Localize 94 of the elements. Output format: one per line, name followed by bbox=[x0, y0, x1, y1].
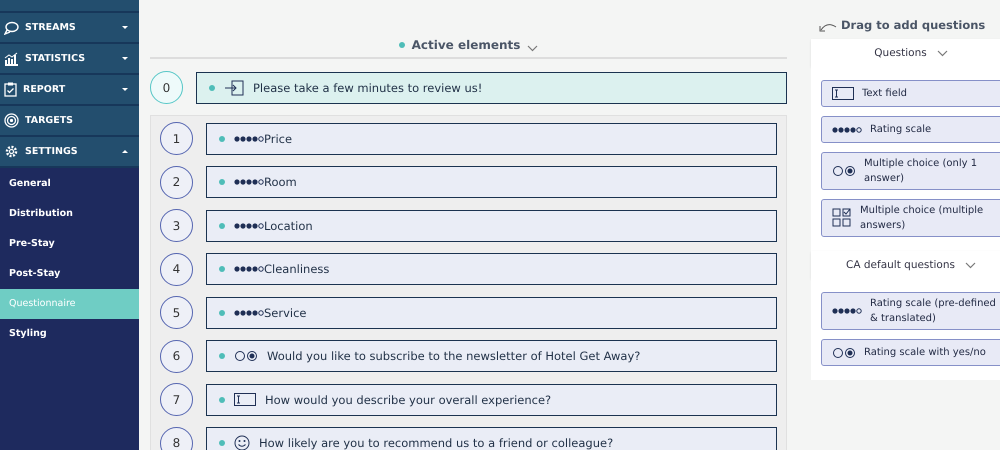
radio-choice-icon bbox=[234, 350, 258, 362]
question-element[interactable]: Service bbox=[206, 296, 777, 328]
sidebar-item[interactable]: REPORT bbox=[0, 75, 139, 106]
question-element[interactable]: How would you describe your overall experience? bbox=[206, 384, 777, 416]
question-text: How likely are you to recommend us to a friend or colleague? bbox=[259, 436, 614, 450]
rating-dots-icon bbox=[234, 134, 264, 142]
question-element[interactable]: Would you like to subscribe to the newsletter of Hotel Get Away? bbox=[206, 340, 777, 372]
status-dot bbox=[219, 266, 225, 272]
status-dot bbox=[219, 179, 225, 185]
status-dot bbox=[209, 84, 215, 90]
question-type-card[interactable]: Multiple choice (only 1 answer) bbox=[821, 152, 1000, 190]
question-text: Price bbox=[264, 132, 292, 146]
number-circle: 5 bbox=[160, 296, 193, 329]
rating-dots-icon bbox=[234, 308, 264, 316]
checkboxes-icon bbox=[832, 208, 852, 228]
rating-dots-icon bbox=[832, 307, 862, 315]
number-circle: 4 bbox=[160, 252, 193, 286]
radio-choice-icon bbox=[832, 346, 856, 358]
bar-chart-icon bbox=[4, 52, 19, 66]
section-title: Questions bbox=[874, 47, 927, 59]
question-type-label: Rating scale (pre-defined & translated) bbox=[870, 297, 997, 326]
sidebar-item-label: SETTINGS bbox=[25, 146, 79, 157]
number-circle: 3 bbox=[160, 209, 193, 242]
settings-icon bbox=[4, 144, 19, 159]
question-text: Room bbox=[264, 175, 297, 189]
submenu-item[interactable]: Styling bbox=[0, 319, 139, 349]
number-circle: 2 bbox=[160, 166, 193, 198]
sidebar-item-label: REPORT bbox=[23, 84, 66, 95]
submenu-item[interactable]: Distribution bbox=[0, 199, 139, 229]
question-type-label: Multiple choice (multiple answers) bbox=[860, 204, 984, 233]
question-type-label: Text field bbox=[862, 87, 907, 101]
rating-dots-icon bbox=[234, 178, 264, 186]
number-circle: 0 bbox=[150, 71, 183, 104]
chevron-down-icon[interactable] bbox=[527, 45, 538, 52]
question-type-card[interactable]: Rating scale bbox=[821, 116, 1000, 143]
status-dot bbox=[398, 42, 405, 48]
submenu-item[interactable]: Post-Stay bbox=[0, 259, 139, 289]
radio-choice-icon bbox=[832, 165, 856, 177]
status-dot bbox=[219, 136, 225, 142]
chevron-down-icon bbox=[964, 262, 976, 268]
question-text: Cleanliness bbox=[264, 262, 330, 276]
question-text: How would you describe your overall experience? bbox=[265, 392, 552, 406]
chat-bubble-icon bbox=[4, 20, 19, 34]
rating-dots-icon bbox=[832, 126, 862, 134]
submenu-item[interactable]: Pre-Stay bbox=[0, 229, 139, 259]
question-text: Location bbox=[264, 218, 313, 232]
enter-icon bbox=[224, 80, 244, 96]
section-header[interactable]: Questions bbox=[811, 39, 1000, 67]
sidebar-item-label: TARGETS bbox=[25, 115, 74, 126]
sidebar-item[interactable]: TARGETS bbox=[0, 106, 139, 137]
sidebar-item[interactable]: SETTINGS bbox=[0, 137, 139, 168]
rating-dots-icon bbox=[234, 222, 264, 230]
number-circle: 1 bbox=[160, 122, 193, 155]
question-element[interactable]: Cleanliness bbox=[206, 253, 777, 285]
question-type-label: Multiple choice (only 1 answer) bbox=[864, 157, 978, 186]
question-element[interactable]: Location bbox=[206, 210, 777, 242]
intro-text: Please take a few minutes to review us! bbox=[253, 80, 482, 94]
section-title[interactable]: Active elements bbox=[412, 38, 520, 52]
intro-element[interactable]: Please take a few minutes to review us! bbox=[196, 72, 787, 104]
question-element[interactable]: Room bbox=[206, 166, 777, 198]
number-circle: 8 bbox=[160, 426, 193, 450]
rating-dots-icon bbox=[234, 265, 264, 273]
question-type-card[interactable]: Rating scale (pre-defined & translated) bbox=[821, 292, 1000, 330]
text-field-icon bbox=[234, 393, 256, 406]
question-type-card[interactable]: Text field bbox=[821, 80, 1000, 107]
section-title: CA default questions bbox=[846, 259, 955, 271]
question-element[interactable]: How likely are you to recommend us to a friend or colleague? bbox=[206, 427, 777, 450]
text-field-icon bbox=[832, 87, 854, 100]
target-icon bbox=[4, 113, 19, 128]
status-dot bbox=[219, 310, 225, 316]
number-circle: 7 bbox=[160, 383, 193, 416]
question-text: Service bbox=[264, 306, 307, 320]
status-dot bbox=[219, 396, 225, 402]
status-dot bbox=[219, 222, 225, 228]
question-type-label: Rating scale bbox=[870, 123, 932, 137]
smiley-icon bbox=[234, 435, 250, 450]
clipboard-check-icon bbox=[4, 82, 17, 97]
number-circle: 6 bbox=[160, 340, 193, 372]
question-text: Would you like to subscribe to the newsletter of Hotel Get Away? bbox=[267, 349, 640, 363]
palette-title: Drag to add questions bbox=[841, 18, 986, 32]
question-element[interactable]: Price bbox=[206, 122, 777, 154]
sidebar-item[interactable]: STATISTICS bbox=[0, 44, 139, 75]
section-header[interactable]: CA default questions bbox=[811, 251, 1000, 279]
curved-arrow-icon bbox=[819, 22, 837, 32]
sidebar-item-label: STREAMS bbox=[25, 22, 77, 33]
question-type-label: Rating scale with yes/no bbox=[864, 346, 986, 360]
submenu-item[interactable]: General bbox=[0, 169, 139, 199]
question-type-card[interactable]: Rating scale with yes/no bbox=[821, 339, 1000, 366]
sidebar-item[interactable]: STREAMS bbox=[0, 13, 139, 44]
status-dot bbox=[219, 353, 225, 359]
chevron-down-icon bbox=[936, 50, 948, 56]
sidebar-item-label: STATISTICS bbox=[25, 53, 86, 64]
status-dot bbox=[219, 440, 225, 446]
question-type-card[interactable]: Multiple choice (multiple answers) bbox=[821, 199, 1000, 237]
